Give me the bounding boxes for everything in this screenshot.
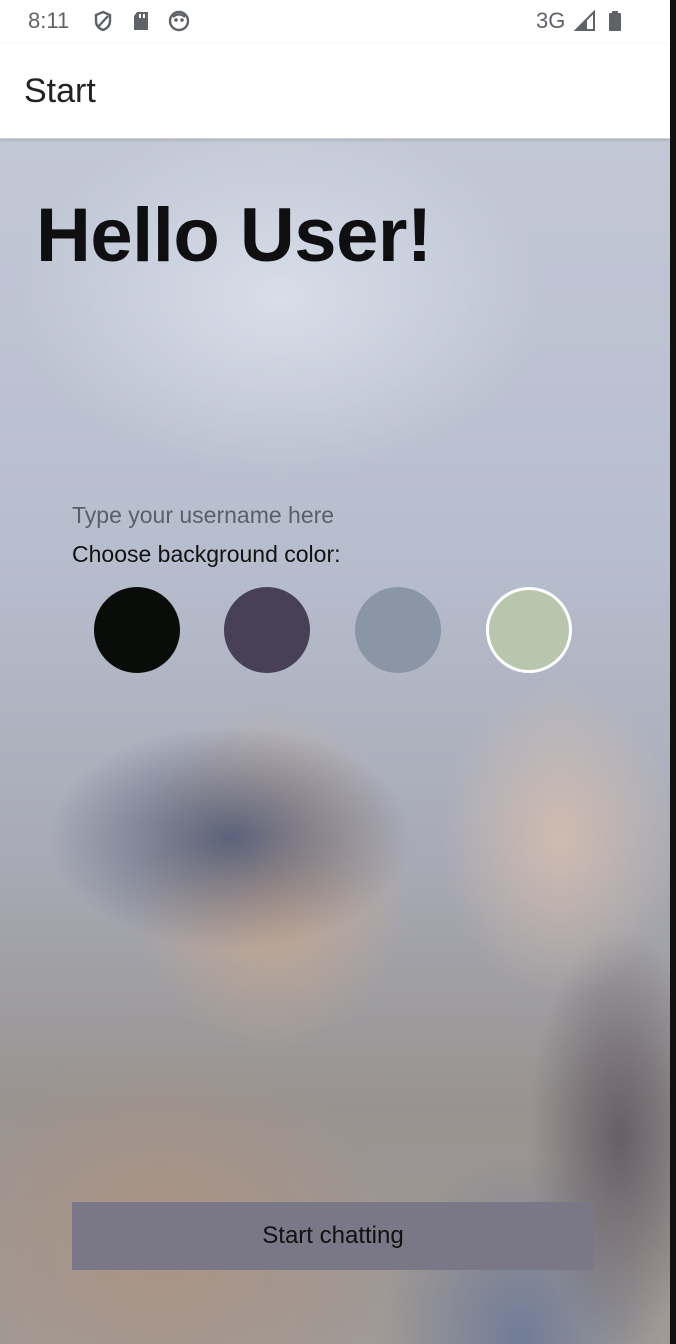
greeting-title: Hello User! [36,193,432,278]
background-overlay [0,138,670,1344]
signal-icon [574,10,595,31]
status-bar: 8:11 3G [0,0,670,44]
sd-card-icon [134,12,148,30]
color-choice-label: Choose background color: [72,541,341,567]
network-type: 3G [536,8,566,33]
assistant-icon [168,10,190,32]
status-time: 8:11 [28,8,70,33]
start-chatting-button[interactable]: Start chatting [72,1202,594,1270]
screen-edge [670,0,676,1344]
color-swatch-green[interactable] [486,587,572,673]
battery-icon [609,11,621,31]
screen: 8:11 3G Start Hello User! Type your user… [0,0,670,1344]
page-title: Start [24,72,96,110]
username-input[interactable] [72,498,452,532]
app-bar: Start [0,44,670,139]
color-swatch-gray[interactable] [355,587,441,673]
color-swatch-purple[interactable] [224,587,310,673]
background-image: Hello User! Choose background color: Sta… [0,138,670,1344]
color-swatch-black[interactable] [94,587,180,673]
shield-icon [94,10,112,32]
